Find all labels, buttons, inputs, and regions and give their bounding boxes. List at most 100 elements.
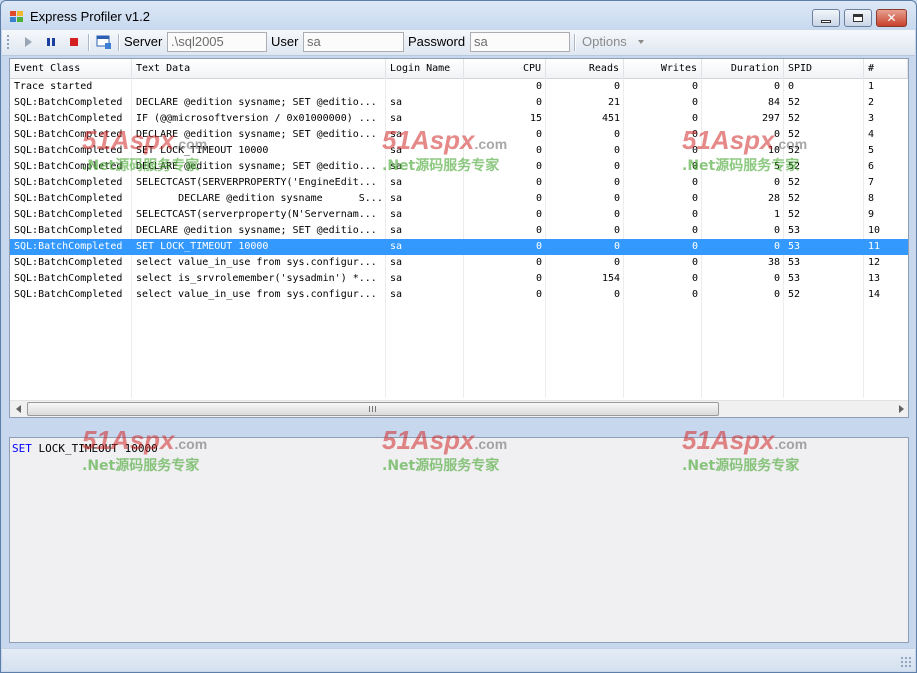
table-row[interactable]: SQL:BatchCompleted select is_srvrolemembe… (10, 271, 908, 287)
table-cell: 0 (691, 81, 698, 92)
table-cell: 0 (773, 273, 780, 284)
chevron-down-icon[interactable] (638, 40, 644, 44)
table-cell: 0 (773, 81, 780, 92)
table-cell: SQL:BatchCompleted (14, 257, 123, 268)
table-row[interactable]: SQL:BatchCompleted SET LOCK_TIMEOUT 10000… (10, 239, 908, 255)
table-cell: SET LOCK_TIMEOUT 10000 (136, 241, 269, 252)
table-cell: 0 (613, 177, 620, 188)
table-cell: 0 (535, 81, 542, 92)
table-cell: 21 (607, 97, 620, 108)
table-row[interactable]: SQL:BatchCompleted select value_in_use fr… (10, 255, 908, 271)
column-header-row-number[interactable]: # (864, 59, 908, 78)
table-cell: 0 (691, 113, 698, 124)
pane-splitter[interactable] (9, 420, 909, 436)
resize-grip-icon[interactable] (900, 656, 912, 668)
stop-icon[interactable] (66, 34, 82, 50)
table-row[interactable]: SQL:BatchCompleted select value_in_use fr… (10, 287, 908, 303)
table-cell: sa (390, 193, 403, 204)
horizontal-scrollbar[interactable] (10, 400, 908, 417)
table-cell: 53 (788, 241, 801, 252)
table-cell: 0 (691, 225, 698, 236)
table-row[interactable]: SQL:BatchCompleted DECLARE @edition sysna… (10, 95, 908, 111)
sql-text: LOCK_TIMEOUT 10000 (31, 442, 158, 455)
table-row[interactable]: SQL:BatchCompleted DECLARE @edition sysna… (10, 127, 908, 143)
column-header-reads[interactable]: Reads (546, 59, 624, 78)
table-row[interactable]: SQL:BatchCompleted DECLARE @edition sysna… (10, 223, 908, 239)
column-header-duration[interactable]: Duration (702, 59, 784, 78)
table-cell: 0 (788, 81, 795, 92)
table-cell: 0 (773, 241, 780, 252)
table-cell: 2 (868, 97, 875, 108)
table-cell: DECLARE @edition sysname; SET @editio... (136, 129, 377, 140)
table-row[interactable]: SQL:BatchCompleted SELECTCAST(SERVERPROPE… (10, 175, 908, 191)
password-input[interactable]: sa (470, 32, 570, 52)
table-cell: 52 (788, 289, 801, 300)
table-cell: 0 (691, 209, 698, 220)
toolbar-grip[interactable] (7, 35, 9, 50)
table-cell: SQL:BatchCompleted (14, 225, 123, 236)
table-cell: select value_in_use from sys.configur... (136, 289, 377, 300)
table-cell: 6 (868, 161, 875, 172)
table-cell: SQL:BatchCompleted (14, 273, 123, 284)
play-icon[interactable] (20, 34, 36, 50)
table-cell: 13 (868, 273, 881, 284)
table-cell: 52 (788, 145, 801, 156)
table-cell: 0 (535, 241, 542, 252)
user-input[interactable]: sa (303, 32, 404, 52)
close-button[interactable]: ✕ (876, 9, 907, 27)
table-cell: 0 (773, 129, 780, 140)
table-cell: 0 (535, 161, 542, 172)
table-cell: 28 (767, 193, 780, 204)
column-header-event-class[interactable]: Event Class (10, 59, 132, 78)
table-cell: 0 (691, 257, 698, 268)
scrollbar-thumb[interactable] (27, 402, 719, 416)
table-row[interactable]: Trace started 0 0 0 0 0 1 (10, 79, 908, 95)
table-cell: 10 (767, 145, 780, 156)
table-row[interactable]: SQL:BatchCompleted DECLARE @edition sysn… (10, 191, 908, 207)
table-row[interactable]: SQL:BatchCompleted DECLARE @edition sysna… (10, 159, 908, 175)
column-header-spid[interactable]: SPID (784, 59, 864, 78)
toolbar-separator (574, 34, 575, 51)
table-cell: Trace started (14, 81, 93, 92)
server-input[interactable]: .\sql2005 (167, 32, 267, 52)
scroll-left-icon[interactable] (16, 405, 21, 413)
table-cell: 0 (691, 129, 698, 140)
table-cell: 0 (613, 257, 620, 268)
table-row[interactable]: SQL:BatchCompleted IF (@@microsoftversion… (10, 111, 908, 127)
maximize-button[interactable] (844, 9, 872, 27)
scroll-right-icon[interactable] (899, 405, 904, 413)
column-header-cpu[interactable]: CPU (464, 59, 546, 78)
table-cell (386, 79, 464, 95)
window-title: Express Profiler v1.2 (30, 9, 150, 24)
table-cell: sa (390, 225, 403, 236)
table-cell: 0 (691, 97, 698, 108)
table-cell: 52 (788, 161, 801, 172)
table-cell: 0 (691, 273, 698, 284)
profiler-window: Express Profiler v1.2 ✕ Server .\sql2005… (0, 0, 917, 673)
options-dropdown[interactable]: Options (582, 34, 627, 49)
table-row[interactable]: SQL:BatchCompleted SELECTCAST(serverprope… (10, 207, 908, 223)
table-cell: sa (390, 273, 403, 284)
table-row[interactable]: SQL:BatchCompleted SET LOCK_TIMEOUT 10000… (10, 143, 908, 159)
table-cell: SQL:BatchCompleted (14, 97, 123, 108)
table-cell: 0 (691, 145, 698, 156)
table-cell: 0 (691, 177, 698, 188)
title-bar[interactable]: Express Profiler v1.2 ✕ (1, 1, 916, 31)
pause-icon[interactable] (43, 34, 59, 50)
table-cell: SQL:BatchCompleted (14, 209, 123, 220)
table-cell: 52 (788, 129, 801, 140)
table-cell: 4 (868, 129, 875, 140)
table-cell: 0 (535, 225, 542, 236)
table-cell: 52 (788, 97, 801, 108)
table-cell: 0 (691, 289, 698, 300)
trace-events-list[interactable]: Event Class Text Data Login Name CPU Reads Wr… (9, 58, 909, 418)
minimize-button[interactable] (812, 9, 840, 27)
column-header-text-data[interactable]: Text Data (132, 59, 386, 78)
clear-trace-icon[interactable] (96, 34, 112, 50)
table-cell: SQL:BatchCompleted (14, 129, 123, 140)
table-cell: 53 (788, 273, 801, 284)
column-header-writes[interactable]: Writes (624, 59, 702, 78)
list-header: Event Class Text Data Login Name CPU Reads Wr… (10, 59, 908, 79)
column-header-login-name[interactable]: Login Name (386, 59, 464, 78)
event-text-detail[interactable]: SET LOCK_TIMEOUT 10000 (9, 437, 909, 643)
